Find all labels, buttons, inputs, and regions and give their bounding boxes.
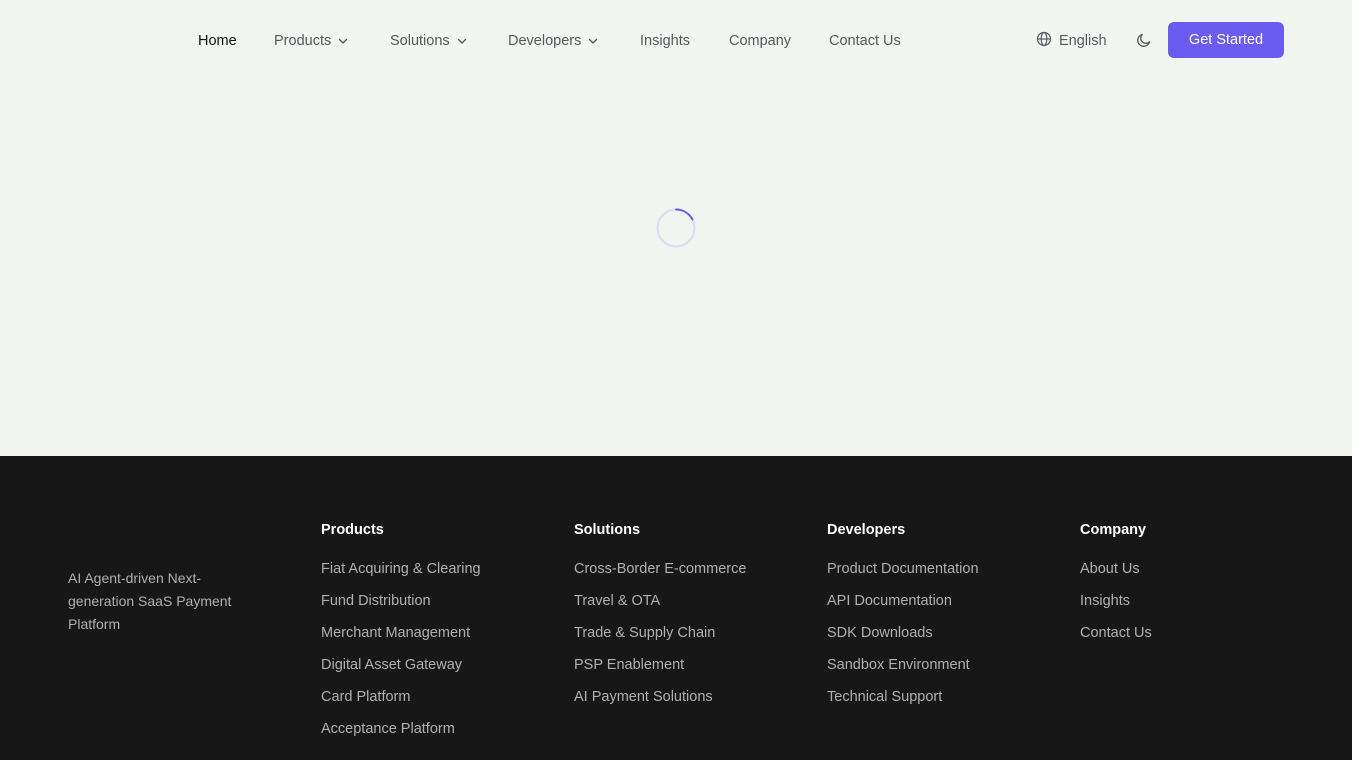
footer-link[interactable]: SDK Downloads <box>827 625 979 657</box>
theme-toggle-button[interactable] <box>1135 31 1153 49</box>
footer-column-company: Company About Us Insights Contact Us <box>1080 522 1152 657</box>
nav-solutions[interactable]: Solutions <box>390 30 468 52</box>
footer-link[interactable]: Acceptance Platform <box>321 721 481 753</box>
footer-link[interactable]: Sandbox Environment <box>827 657 979 689</box>
footer-column-solutions: Solutions Cross-Border E-commerce Travel… <box>574 522 746 721</box>
footer-link[interactable]: Cross-Border E-commerce <box>574 561 746 593</box>
nav-company[interactable]: Company <box>729 30 791 52</box>
nav-insights[interactable]: Insights <box>640 30 690 52</box>
site-footer: AI Agent-driven Next-generation SaaS Pay… <box>0 456 1352 760</box>
footer-link[interactable]: AI Payment Solutions <box>574 689 746 721</box>
globe-icon <box>1036 31 1052 51</box>
footer-link[interactable]: Digital Asset Gateway <box>321 657 481 689</box>
footer-tagline: AI Agent-driven Next-generation SaaS Pay… <box>68 570 232 632</box>
footer-link[interactable]: Contact Us <box>1080 625 1152 657</box>
moon-icon <box>1135 33 1153 53</box>
footer-column-products: Products Fiat Acquiring & Clearing Fund … <box>321 522 481 753</box>
footer-link[interactable]: Trade & Supply Chain <box>574 625 746 657</box>
footer-link[interactable]: Product Documentation <box>827 561 979 593</box>
chevron-down-icon <box>456 35 468 47</box>
nav-label: Products <box>274 33 332 49</box>
footer-link[interactable]: Travel & OTA <box>574 593 746 625</box>
footer-column-title: Developers <box>827 522 906 538</box>
nav-label: Company <box>729 33 792 49</box>
loading-spinner <box>656 208 696 248</box>
chevron-down-icon <box>587 35 599 47</box>
nav-contact-us[interactable]: Contact Us <box>829 30 901 52</box>
footer-link[interactable]: API Documentation <box>827 593 979 625</box>
nav-label: Solutions <box>390 33 450 49</box>
get-started-button[interactable]: Get Started <box>1168 22 1284 58</box>
footer-link[interactable]: Insights <box>1080 593 1152 625</box>
nav-developers[interactable]: Developers <box>508 30 599 52</box>
nav-label: Insights <box>640 33 690 49</box>
footer-link[interactable]: PSP Enablement <box>574 657 746 689</box>
chevron-down-icon <box>337 35 349 47</box>
language-label: English <box>1059 33 1107 49</box>
footer-column-developers: Developers Product Documentation API Doc… <box>827 522 979 721</box>
footer-column-title: Solutions <box>574 522 641 538</box>
footer-link[interactable]: Card Platform <box>321 689 481 721</box>
nav-home[interactable]: Home <box>198 30 237 52</box>
footer-link[interactable]: Fund Distribution <box>321 593 481 625</box>
footer-column-title: Products <box>321 522 384 538</box>
footer-link[interactable]: Technical Support <box>827 689 979 721</box>
footer-link[interactable]: Fiat Acquiring & Clearing <box>321 561 481 593</box>
site-header: Home Products Solutions Developers Insig… <box>0 0 1352 80</box>
nav-label: Contact Us <box>829 33 901 49</box>
language-selector[interactable]: English <box>1036 30 1107 52</box>
nav-label: Home <box>198 33 237 49</box>
nav-products[interactable]: Products <box>274 30 349 52</box>
footer-column-title: Company <box>1080 522 1147 538</box>
footer-link[interactable]: About Us <box>1080 561 1152 593</box>
nav-label: Developers <box>508 33 582 49</box>
footer-link[interactable]: Merchant Management <box>321 625 481 657</box>
